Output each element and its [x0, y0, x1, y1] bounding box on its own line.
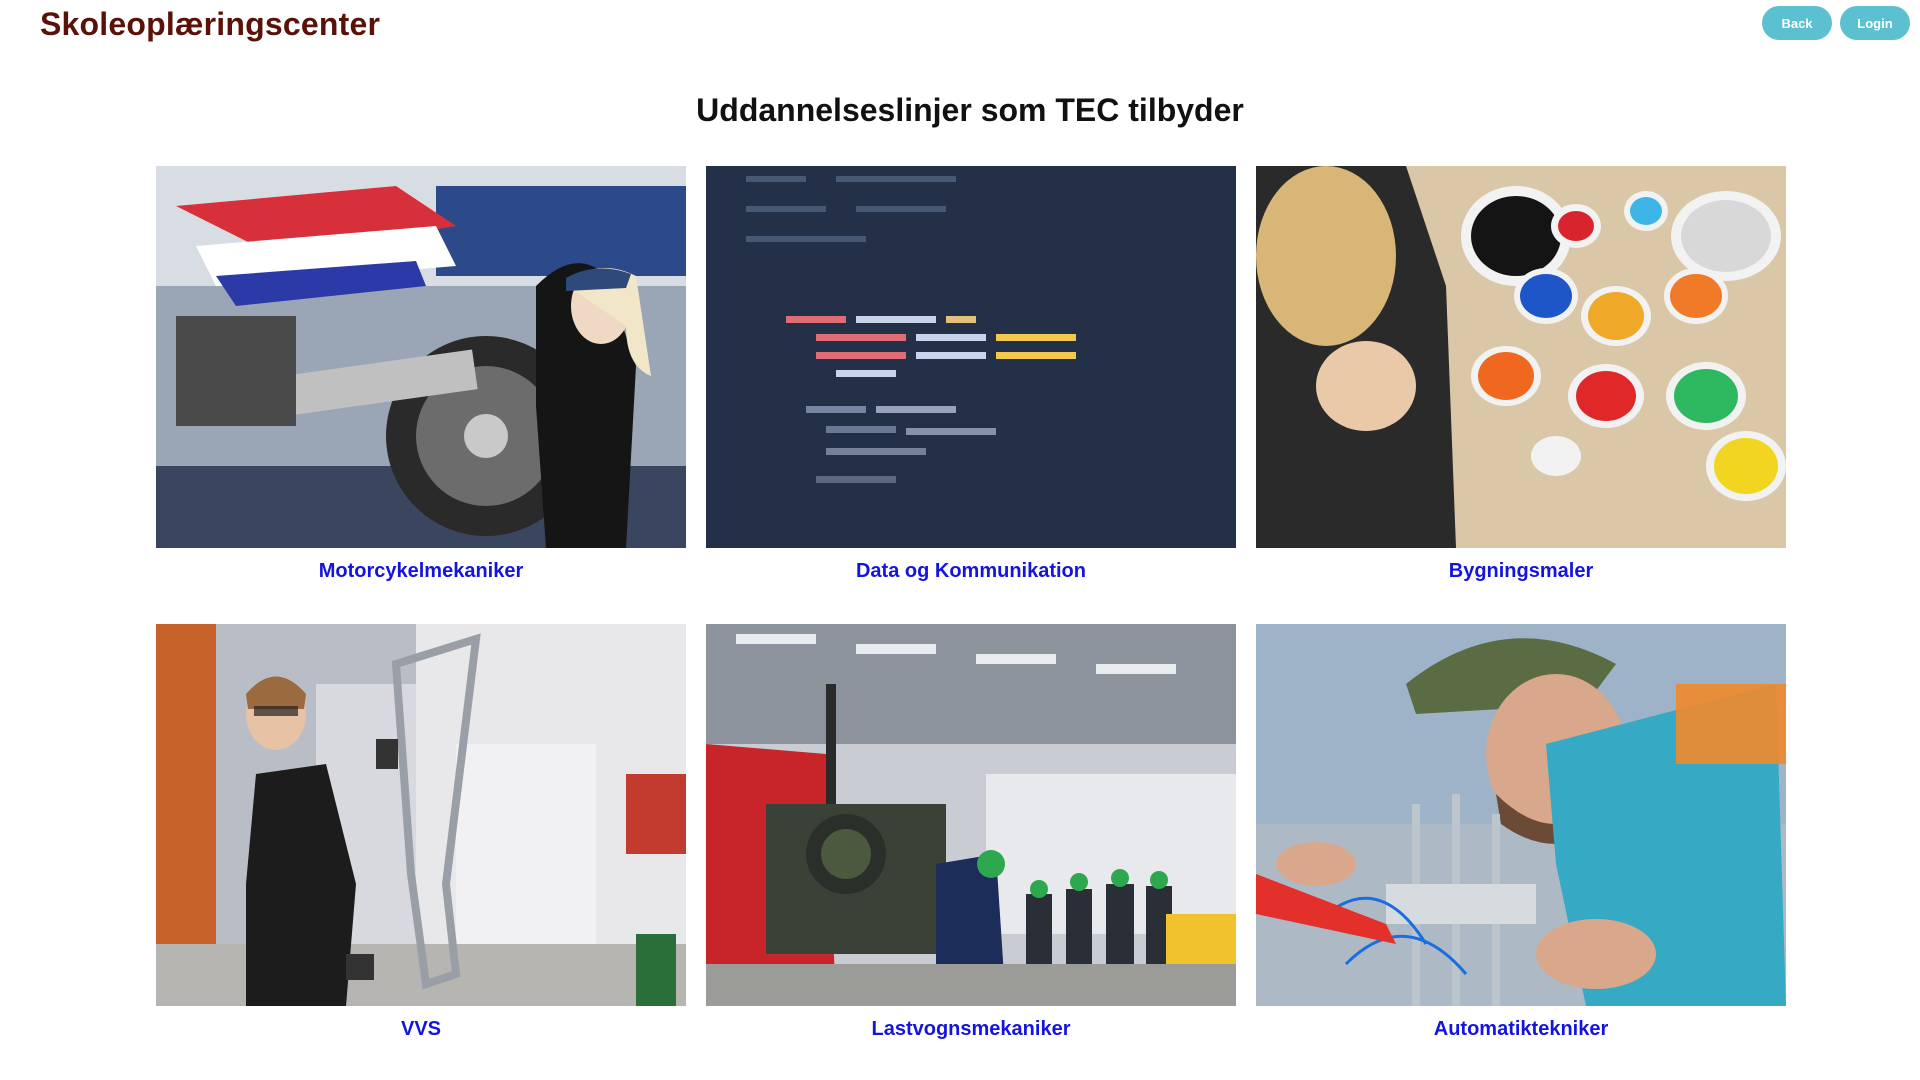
back-button[interactable]: Back [1762, 6, 1832, 40]
course-card-vvs[interactable]: VVS [156, 624, 686, 1041]
course-card-data[interactable]: Data og Kommunikation [706, 166, 1236, 583]
course-link-motorcycle[interactable]: Motorcykelmekaniker [156, 560, 686, 583]
course-card-motorcycle[interactable]: Motorcykelmekaniker [156, 166, 686, 583]
site-brand[interactable]: Skoleoplæringscenter [40, 6, 380, 43]
top-bar: Skoleoplæringscenter Back Login [0, 0, 1920, 50]
page-title: Uddannelseslinjer som TEC tilbyder [696, 92, 1244, 128]
truck-engine-workshop-photo[interactable] [706, 624, 1236, 1006]
course-link-painter[interactable]: Bygningsmaler [1256, 560, 1786, 583]
course-link-data[interactable]: Data og Kommunikation [706, 560, 1236, 583]
paint-cans-photo[interactable] [1256, 166, 1786, 548]
course-card-painter[interactable]: Bygningsmaler [1256, 166, 1786, 583]
pipe-worker-photo[interactable] [156, 624, 686, 1006]
course-link-vvs[interactable]: VVS [156, 1018, 686, 1041]
course-link-automation[interactable]: Automatiktekniker [1256, 1018, 1786, 1041]
code-screen-photo[interactable] [706, 166, 1236, 548]
course-card-automation[interactable]: Automatiktekniker [1256, 624, 1786, 1041]
course-card-truck[interactable]: Lastvognsmekaniker [706, 624, 1236, 1041]
motorcycle-mechanic-photo[interactable] [156, 166, 686, 548]
login-button[interactable]: Login [1840, 6, 1910, 40]
course-link-truck[interactable]: Lastvognsmekaniker [706, 1018, 1236, 1041]
automation-technician-photo[interactable] [1256, 624, 1786, 1006]
